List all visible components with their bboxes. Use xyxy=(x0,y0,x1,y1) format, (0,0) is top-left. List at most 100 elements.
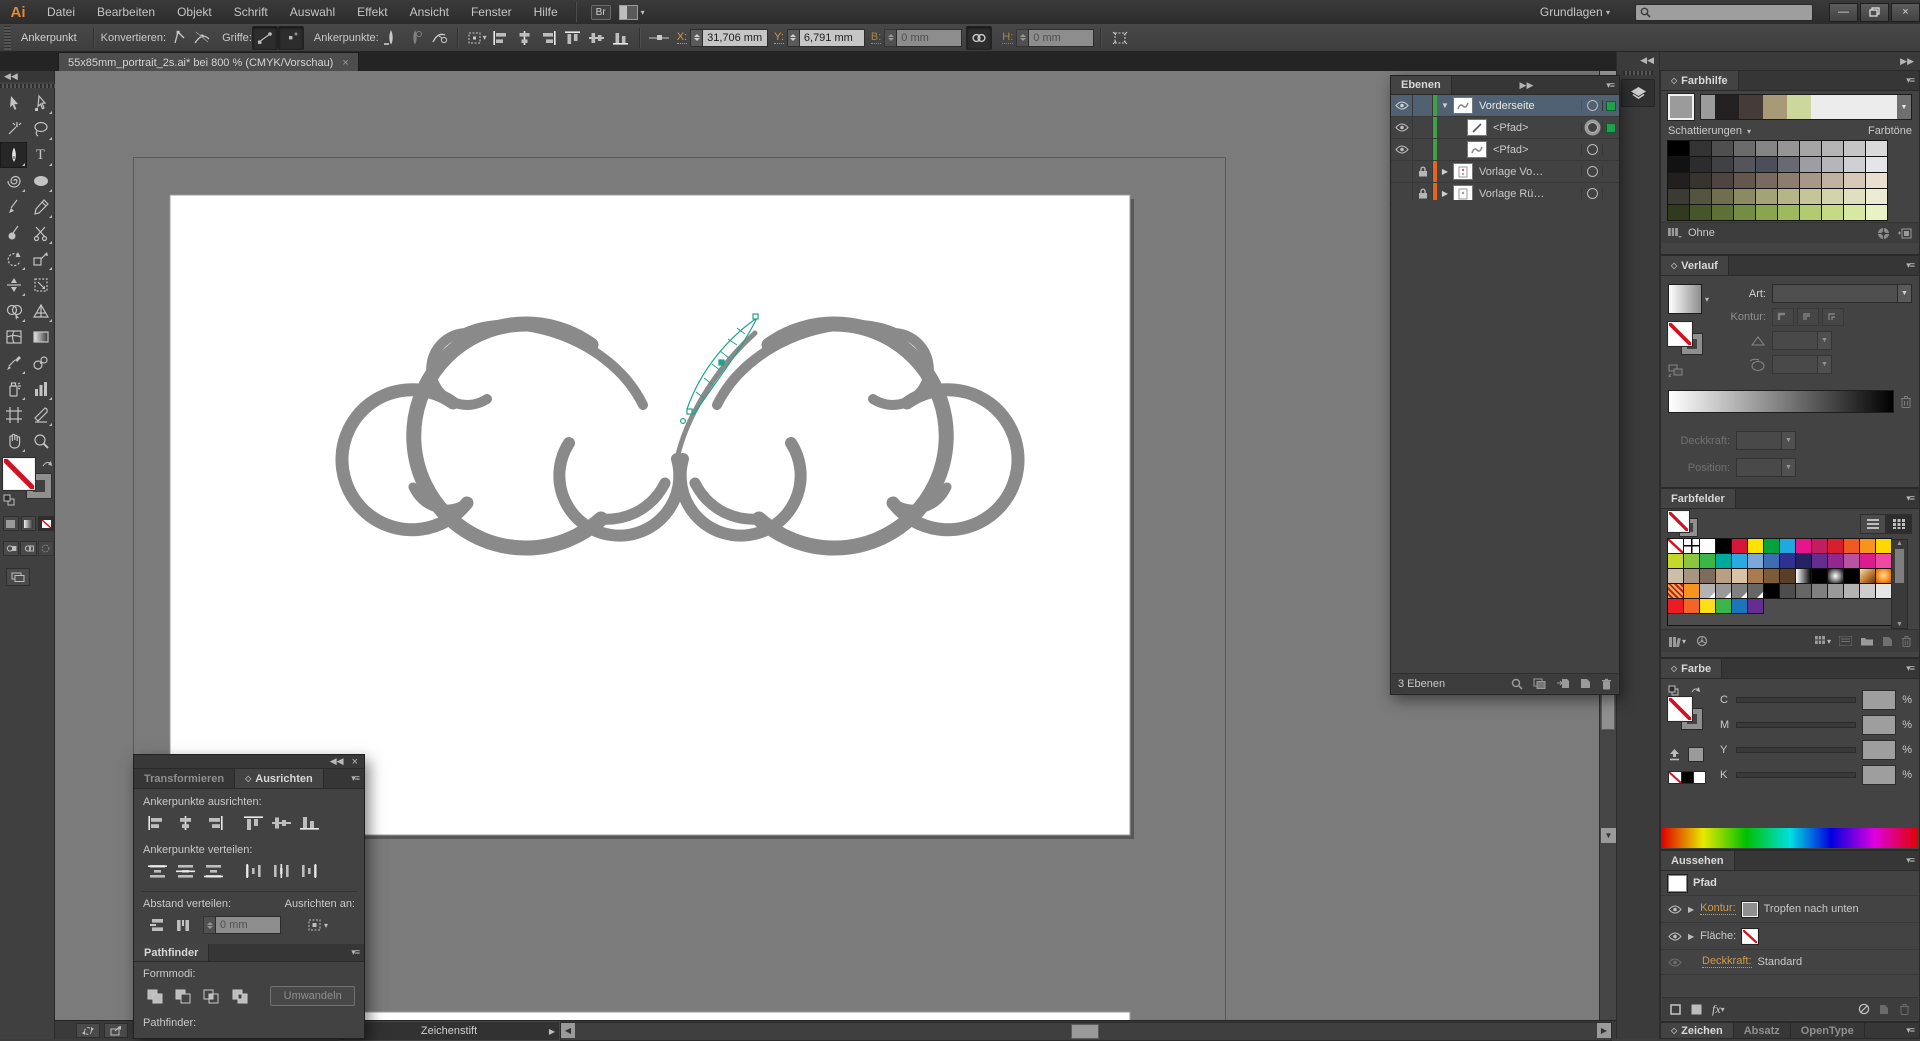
reverse-gradient-icon[interactable] xyxy=(1668,364,1684,377)
swatch-cell[interactable] xyxy=(1734,189,1755,204)
swatch-cell[interactable] xyxy=(1712,173,1733,188)
save-to-swatches-icon[interactable] xyxy=(1898,228,1912,239)
current-color-swatch[interactable] xyxy=(1668,94,1694,120)
target-icon[interactable] xyxy=(1587,166,1598,177)
black-value[interactable] xyxy=(1862,765,1896,785)
align-top-button[interactable] xyxy=(239,813,267,833)
swatch-cell[interactable] xyxy=(1734,157,1755,172)
scroll-down-icon[interactable]: ▼ xyxy=(1896,621,1903,628)
swatch-cell[interactable] xyxy=(1780,584,1795,598)
black-chip[interactable] xyxy=(1682,771,1694,784)
show-swatch-kinds-icon[interactable]: ▾ xyxy=(1815,636,1831,646)
default-fill-stroke-icon[interactable] xyxy=(3,494,15,506)
visibility-eye-icon[interactable] xyxy=(1395,145,1409,154)
swatch-cell[interactable] xyxy=(1844,173,1865,188)
panel-menu-icon[interactable]: ▾≡ xyxy=(1901,75,1919,86)
swatch-cell[interactable] xyxy=(1844,584,1859,598)
swatch-cell[interactable] xyxy=(1712,157,1733,172)
gradient-tool[interactable] xyxy=(27,324,54,350)
color-mode-button[interactable] xyxy=(3,516,19,531)
scroll-left-icon[interactable]: ◀ xyxy=(561,1023,575,1038)
menu-auswahl[interactable]: Auswahl xyxy=(279,0,346,24)
swatch-cell[interactable] xyxy=(1748,584,1763,598)
restore-button[interactable] xyxy=(1860,3,1889,22)
swatch-cell[interactable] xyxy=(1734,173,1755,188)
toolbar-grip[interactable] xyxy=(0,84,56,88)
swatch-cell[interactable] xyxy=(1748,554,1763,568)
swatch-cell[interactable] xyxy=(1812,569,1827,583)
free-transform-tool[interactable] xyxy=(27,272,54,298)
swatch-cell[interactable] xyxy=(1866,189,1887,204)
tab-absatz[interactable]: Absatz xyxy=(1734,1023,1791,1038)
panel-menu-icon[interactable]: ▾≡ xyxy=(1601,80,1619,91)
swatch-cell[interactable] xyxy=(1748,599,1763,613)
minimize-button[interactable]: — xyxy=(1829,3,1858,22)
tab-aussehen[interactable]: Aussehen xyxy=(1661,851,1735,870)
target-icon[interactable] xyxy=(1587,100,1598,111)
current-tool-status[interactable]: Zeichenstift ▶ xyxy=(338,1021,560,1041)
convert-to-smooth-button[interactable] xyxy=(190,27,214,49)
x-field[interactable]: 31,706 mm xyxy=(702,29,768,47)
swatch-cell[interactable] xyxy=(1828,554,1843,568)
menu-fenster[interactable]: Fenster xyxy=(460,0,523,24)
scroll-up-icon[interactable]: ▲ xyxy=(1896,540,1903,547)
swatch-cell[interactable] xyxy=(1756,205,1777,220)
swatch-cell[interactable] xyxy=(1684,584,1699,598)
swatch-cell[interactable] xyxy=(1860,539,1875,553)
swatch-cell[interactable] xyxy=(1764,569,1779,583)
isolate-selected-object-button[interactable] xyxy=(1108,27,1132,49)
direct-selection-tool[interactable] xyxy=(27,90,54,116)
new-fill-icon[interactable] xyxy=(1691,1004,1702,1015)
black-slider[interactable] xyxy=(1736,772,1856,778)
layer-name[interactable]: <Pfad> xyxy=(1493,144,1528,156)
remove-anchor-button[interactable] xyxy=(379,27,403,49)
tab-opentype[interactable]: OpenType xyxy=(1791,1023,1865,1038)
selection-tool[interactable] xyxy=(0,90,27,116)
workspace-switcher[interactable]: Grundlagen ▾ xyxy=(1529,0,1621,24)
reference-point-locator[interactable] xyxy=(647,27,671,49)
layer-thumbnail[interactable] xyxy=(1467,119,1487,136)
swatch-cell[interactable] xyxy=(1780,554,1795,568)
draw-behind-button[interactable] xyxy=(20,541,36,556)
swatch-cell[interactable] xyxy=(1844,141,1865,156)
hand-tool[interactable] xyxy=(0,428,27,454)
swatch-cell[interactable] xyxy=(1876,554,1891,568)
x-stepper[interactable] xyxy=(690,29,702,47)
white-chip[interactable] xyxy=(1694,771,1706,784)
swatch-cell[interactable] xyxy=(1822,141,1843,156)
color-themes-icon[interactable] xyxy=(1696,635,1708,647)
swatch-cell[interactable] xyxy=(1668,157,1689,172)
y-label[interactable]: Y: xyxy=(774,32,784,44)
gradient-slider[interactable] xyxy=(1668,390,1894,413)
dock-collapse-icon[interactable]: ◀◀ xyxy=(1617,52,1659,69)
list-view-button[interactable] xyxy=(1860,514,1886,534)
cut-path-button[interactable] xyxy=(427,27,451,49)
scroll-down-icon[interactable]: ▼ xyxy=(1601,828,1616,843)
fill-swatch[interactable] xyxy=(3,458,35,490)
swatch-cell[interactable] xyxy=(1668,569,1683,583)
panel-menu-icon[interactable]: ▾≡ xyxy=(1901,493,1919,504)
menu-datei[interactable]: Datei xyxy=(36,0,86,24)
swatch-cell[interactable] xyxy=(1796,569,1811,583)
panel-menu-icon[interactable]: ▾≡ xyxy=(1901,855,1919,866)
swatch-cell[interactable] xyxy=(1732,539,1747,553)
swatch-cell[interactable] xyxy=(1684,599,1699,613)
visibility-eye-icon[interactable] xyxy=(1668,932,1682,941)
swatch-cell[interactable] xyxy=(1764,539,1779,553)
none-mode-button[interactable] xyxy=(38,516,54,531)
distribute-bottom-button[interactable] xyxy=(199,861,227,881)
align-right-button[interactable] xyxy=(199,813,227,833)
harmony-swatch[interactable] xyxy=(1701,95,1715,119)
tab-ebenen[interactable]: Ebenen xyxy=(1391,76,1452,94)
swatch-cell[interactable] xyxy=(1866,141,1887,156)
align-left-button[interactable] xyxy=(489,27,513,49)
horizontal-scrollbar[interactable]: ◀ ▶ xyxy=(560,1022,1612,1041)
pen-tool[interactable] xyxy=(0,142,27,168)
edit-colors-icon[interactable] xyxy=(1877,227,1890,240)
scissors-tool[interactable] xyxy=(27,220,54,246)
appearance-opacity-link[interactable]: Deckkraft: xyxy=(1702,956,1752,968)
invert-icon[interactable] xyxy=(1668,749,1681,761)
menu-effekt[interactable]: Effekt xyxy=(346,0,398,24)
swatch-cell[interactable] xyxy=(1796,554,1811,568)
menu-ansicht[interactable]: Ansicht xyxy=(399,0,460,24)
